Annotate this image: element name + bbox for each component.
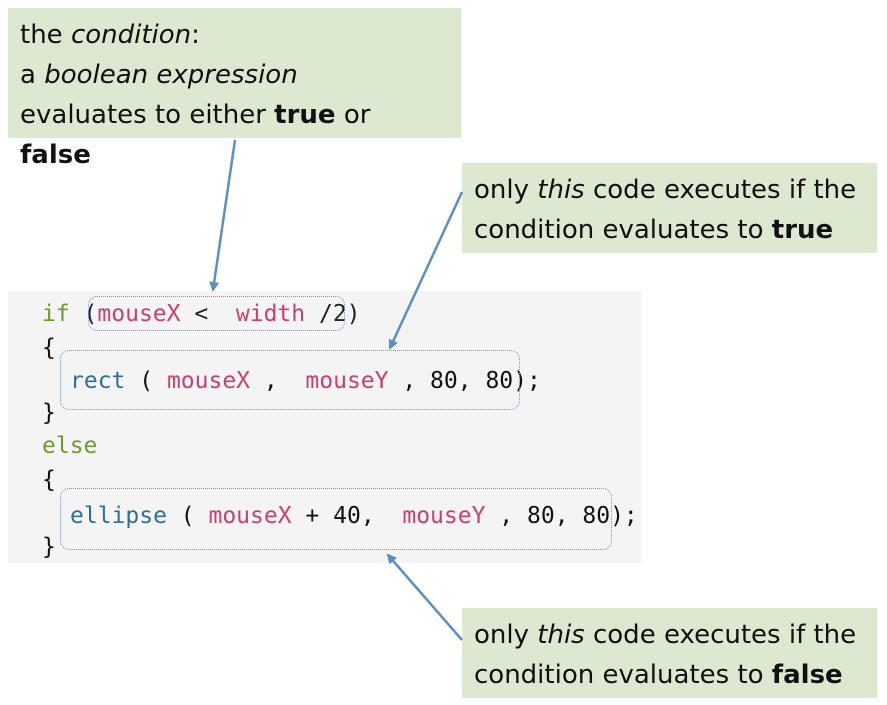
arrow-to-true-branch	[388, 191, 464, 350]
arrow-to-condition	[209, 139, 237, 292]
arrows-layer	[209, 139, 464, 641]
arrow-to-false-branch	[386, 553, 463, 641]
